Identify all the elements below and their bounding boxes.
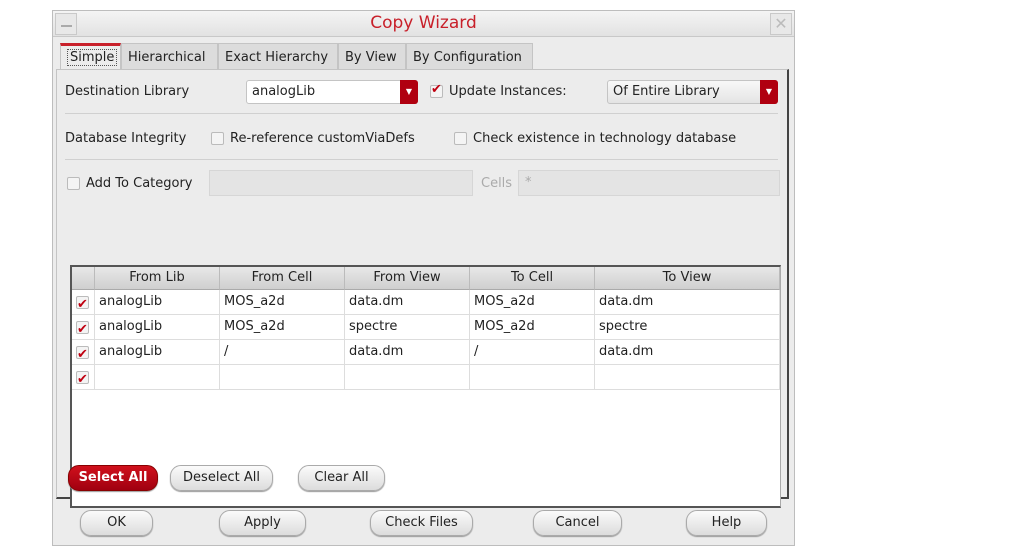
table-cell[interactable]: / (220, 340, 345, 365)
row-checkbox[interactable] (72, 290, 95, 317)
title-bar: Copy Wizard ✕ (53, 11, 794, 37)
tab-by-view[interactable]: By View (338, 43, 406, 69)
table-cell[interactable]: spectre (345, 315, 470, 340)
row-checkbox[interactable] (72, 315, 95, 342)
check-icon (76, 368, 89, 392)
cancel-button[interactable]: Cancel (533, 510, 622, 536)
table-cell[interactable]: MOS_a2d (470, 290, 595, 315)
tab-label: By Configuration (413, 50, 522, 65)
tab-label: Hierarchical (128, 50, 206, 65)
table-cell[interactable]: data.dm (595, 290, 780, 315)
close-icon[interactable]: ✕ (770, 13, 792, 35)
table-cell[interactable]: spectre (595, 315, 780, 340)
copy-wizard-dialog: Copy Wizard ✕ Simple Hierarchical Exact … (52, 10, 795, 546)
select-all-button[interactable]: Select All (68, 465, 158, 491)
tab-simple[interactable]: Simple (60, 43, 121, 69)
table-cell[interactable]: data.dm (345, 340, 470, 365)
destination-library-label: Destination Library (65, 84, 190, 99)
tab-exact-hierarchy[interactable]: Exact Hierarchy (218, 43, 338, 69)
check-icon (76, 343, 89, 367)
table-cell[interactable]: analogLib (95, 290, 220, 315)
check-files-button[interactable]: Check Files (370, 510, 473, 536)
check-icon (76, 293, 89, 317)
table-cell[interactable] (345, 365, 470, 390)
add-to-category-checkbox[interactable] (67, 177, 80, 190)
tab-label: By View (345, 50, 397, 65)
clear-all-button[interactable]: Clear All (298, 465, 385, 491)
chevron-down-icon: ▼ (760, 80, 778, 104)
tab-label: Exact Hierarchy (225, 50, 329, 65)
update-scope-select[interactable]: Of Entire Library ▼ (607, 80, 778, 104)
table-cell[interactable] (595, 365, 780, 390)
chevron-down-icon: ▼ (400, 80, 418, 104)
database-integrity-label: Database Integrity (65, 131, 187, 146)
cells-label: Cells (481, 176, 513, 191)
header-from-lib[interactable]: From Lib (95, 267, 220, 290)
add-to-category-label: Add To Category (86, 176, 193, 191)
table-cell[interactable]: analogLib (95, 340, 220, 365)
table-cell[interactable]: MOS_a2d (220, 290, 345, 315)
header-from-view[interactable]: From View (345, 267, 470, 290)
check-existence-label: Check existence in technology database (473, 131, 737, 146)
tab-label: Simple (67, 49, 118, 66)
table-cell[interactable]: / (470, 340, 595, 365)
divider (65, 113, 778, 114)
row-checkbox[interactable] (72, 340, 95, 367)
table-cell[interactable]: data.dm (595, 340, 780, 365)
table-cell[interactable]: MOS_a2d (470, 315, 595, 340)
category-input[interactable] (209, 170, 473, 196)
row-checkbox[interactable] (72, 365, 95, 392)
table-cell[interactable]: analogLib (95, 315, 220, 340)
table-cell[interactable] (95, 365, 220, 390)
update-instances-label: Update Instances: (449, 84, 567, 99)
cells-input[interactable]: * (518, 170, 780, 196)
divider (65, 159, 778, 160)
tab-by-configuration[interactable]: By Configuration (406, 43, 533, 69)
table-header-select (72, 267, 95, 290)
header-to-view[interactable]: To View (595, 267, 780, 290)
header-to-cell[interactable]: To Cell (470, 267, 595, 290)
table-cell[interactable]: MOS_a2d (220, 315, 345, 340)
update-scope-value: Of Entire Library (613, 84, 720, 99)
window-title: Copy Wizard (370, 13, 477, 33)
table-cell[interactable] (220, 365, 345, 390)
apply-button[interactable]: Apply (219, 510, 306, 536)
help-button[interactable]: Help (686, 510, 767, 536)
table-cell[interactable] (470, 365, 595, 390)
check-existence-checkbox[interactable] (454, 132, 467, 145)
simple-panel: Destination Library analogLib ▼ Update In… (56, 69, 789, 508)
re-reference-checkbox[interactable] (211, 132, 224, 145)
tab-hierarchical[interactable]: Hierarchical (121, 43, 218, 69)
update-instances-checkbox[interactable] (430, 82, 443, 98)
deselect-all-button[interactable]: Deselect All (170, 465, 273, 491)
destination-library-select[interactable]: analogLib ▼ (246, 80, 418, 104)
re-reference-label: Re-reference customViaDefs (230, 131, 415, 146)
check-icon (76, 318, 89, 342)
header-from-cell[interactable]: From Cell (220, 267, 345, 290)
ok-button[interactable]: OK (80, 510, 153, 536)
destination-library-value: analogLib (252, 84, 316, 99)
table-cell[interactable]: data.dm (345, 290, 470, 315)
